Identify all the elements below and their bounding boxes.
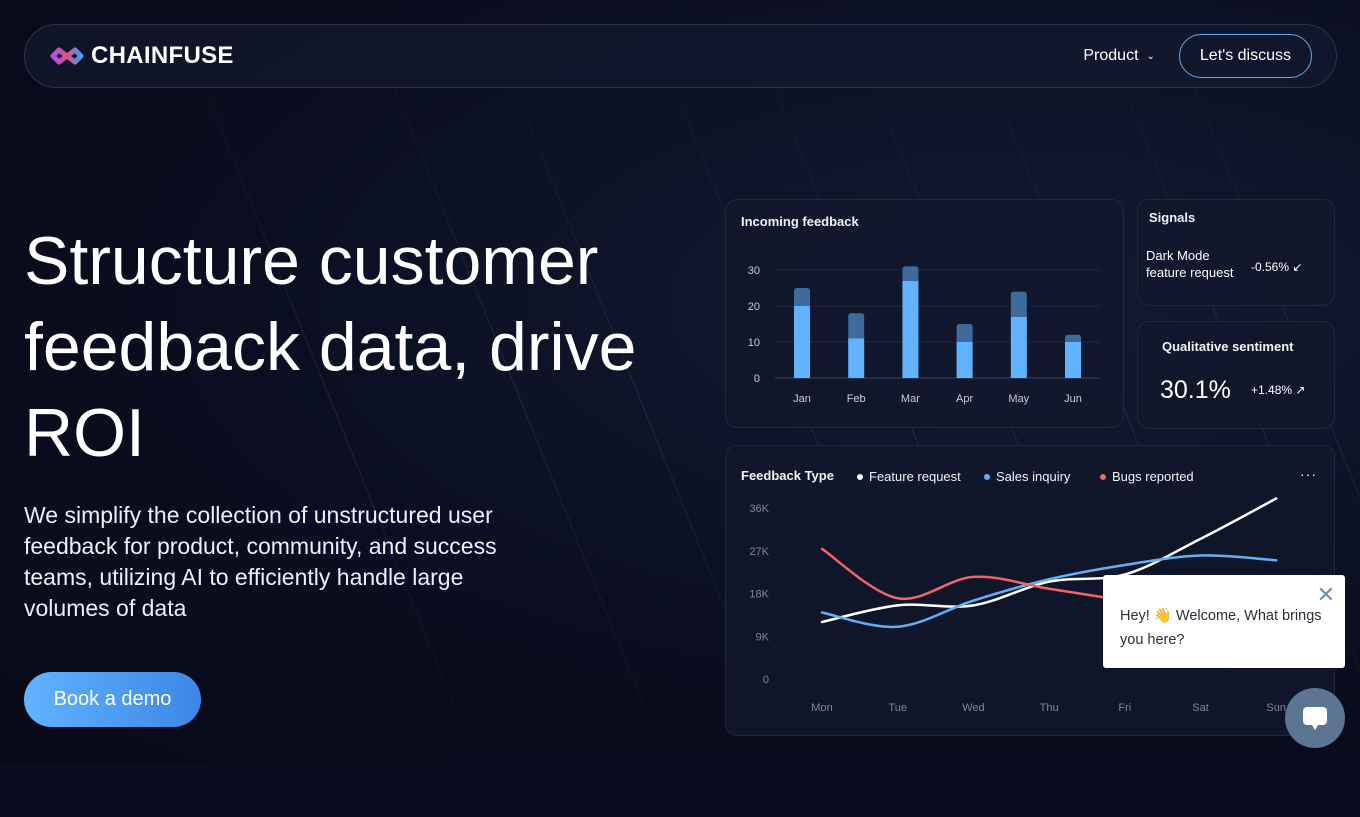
- chat-welcome-popup: ✕ Hey! 👋 Welcome, What brings you here?: [1103, 575, 1345, 668]
- popup-message: Hey! 👋 Welcome, What brings you here?: [1120, 608, 1322, 648]
- product-menu[interactable]: Product ⌄: [1083, 47, 1155, 65]
- x-tick-label: Jan: [793, 393, 811, 405]
- y-tick-label: 27K: [749, 546, 769, 558]
- bar-segment-top: [794, 288, 810, 306]
- chevron-down-icon: ⌄: [1146, 50, 1155, 62]
- legend-bugs-reported[interactable]: Bugs reported: [1100, 469, 1194, 484]
- sentiment-title: Qualitative sentiment: [1162, 339, 1294, 354]
- more-options-icon[interactable]: ···: [1300, 466, 1317, 482]
- x-tick-label: Mar: [901, 393, 920, 405]
- logo[interactable]: CHAINFUSE: [49, 42, 234, 70]
- x-tick-label: Tue: [888, 702, 907, 714]
- legend-dot: [857, 473, 863, 480]
- legend-feature-request[interactable]: Feature request: [857, 469, 961, 484]
- line-chart-title: Feedback Type: [741, 468, 834, 483]
- y-tick-label: 36K: [749, 503, 769, 515]
- bar-segment-bottom: [794, 306, 810, 378]
- sentiment-change: +1.48% ↗: [1251, 383, 1305, 397]
- x-tick-label: Fri: [1118, 702, 1131, 714]
- bar-segment-bottom: [956, 342, 973, 378]
- legend-label: Bugs reported: [1112, 469, 1194, 484]
- y-tick-label: 10: [748, 337, 760, 349]
- close-icon[interactable]: ✕: [1317, 583, 1335, 607]
- x-tick-label: Feb: [847, 393, 866, 405]
- y-tick-label: 18K: [749, 589, 769, 601]
- x-tick-label: Mon: [811, 702, 832, 714]
- product-label: Product: [1083, 47, 1139, 64]
- x-tick-label: Sat: [1192, 702, 1209, 714]
- book-demo-button[interactable]: Book a demo: [24, 672, 201, 727]
- bar-segment-top: [902, 266, 919, 281]
- signal-name: Dark Mode: [1146, 248, 1210, 263]
- signal-change: -0.56% ↙: [1251, 260, 1302, 274]
- legend-dot: [984, 473, 990, 480]
- lets-discuss-button[interactable]: Let's discuss: [1178, 34, 1312, 78]
- sentiment-change-value: +1.48%: [1251, 383, 1293, 397]
- y-tick-label: 9K: [756, 631, 770, 643]
- incoming-feedback-chart: 0 10 20 30 Jan Feb Mar Apr May Jun: [748, 265, 1100, 405]
- x-tick-label: Thu: [1040, 702, 1059, 714]
- series-line-bugs-reported: [820, 547, 1127, 602]
- chat-launcher-button[interactable]: [1285, 688, 1345, 748]
- legend-label: Sales inquiry: [996, 469, 1071, 484]
- y-tick-label: 0: [754, 373, 760, 385]
- signal-change-value: -0.56%: [1251, 260, 1290, 274]
- hero-subtitle: We simplify the collection of unstructur…: [24, 502, 497, 621]
- legend-sales-inquiry[interactable]: Sales inquiry: [984, 469, 1070, 484]
- chat-bubble-icon: [1303, 707, 1327, 730]
- legend-label: Feature request: [869, 469, 961, 484]
- x-tick-label: Wed: [962, 702, 984, 714]
- signal-item: Dark Mode feature request: [1146, 247, 1233, 281]
- y-tick-label: 30: [748, 265, 760, 277]
- signals-title: Signals: [1149, 210, 1196, 225]
- bar-segment-top: [956, 324, 973, 342]
- bar-segment-top: [1010, 291, 1027, 317]
- bar-segment-bottom: [1065, 342, 1081, 378]
- y-tick-label: 0: [763, 674, 769, 686]
- hero-title: Structure customer feedback data, drive …: [24, 223, 637, 471]
- bar-segment-top: [1065, 334, 1081, 342]
- trend-down-icon: ↙: [1292, 260, 1303, 274]
- x-tick-label: Apr: [956, 393, 973, 405]
- bar-segment-bottom: [1010, 316, 1027, 378]
- bar-chart-title: Incoming feedback: [741, 214, 859, 229]
- bar-segment-top: [848, 313, 865, 339]
- sentiment-value: 30.1%: [1160, 376, 1231, 404]
- signal-name-2: feature request: [1146, 265, 1234, 280]
- legend-dot: [1100, 473, 1106, 480]
- sentiment-card: [1137, 321, 1335, 429]
- x-tick-label: Jun: [1064, 393, 1082, 405]
- navbar: CHAINFUSE Product ⌄ Let's discuss: [24, 24, 1337, 88]
- bar-segment-bottom: [902, 280, 919, 378]
- infinity-logo-icon: [50, 47, 84, 65]
- x-tick-label: May: [1008, 393, 1029, 405]
- y-tick-label: 20: [748, 301, 760, 313]
- brand-name: CHAINFUSE: [91, 42, 234, 69]
- trend-up-icon: ↗: [1295, 383, 1306, 397]
- bar-segment-bottom: [848, 338, 865, 378]
- x-tick-label: Sun: [1266, 702, 1286, 714]
